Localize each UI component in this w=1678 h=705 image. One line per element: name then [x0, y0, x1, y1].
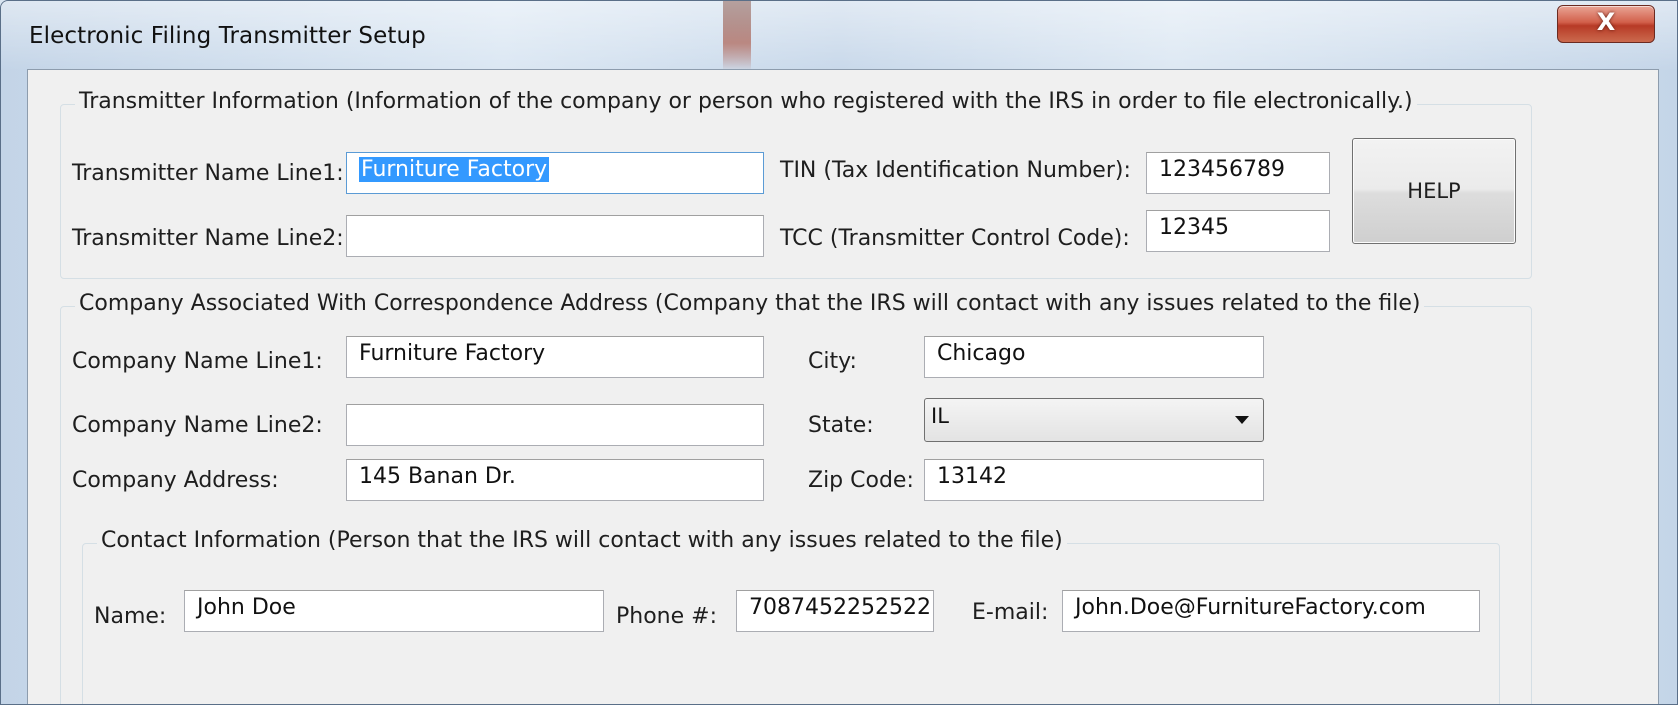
- tin-field[interactable]: 123456789: [1146, 152, 1330, 194]
- tcc-field[interactable]: 12345: [1146, 210, 1330, 252]
- email-field[interactable]: John.Doe@FurnitureFactory.com: [1062, 590, 1480, 632]
- help-button-label: HELP: [1407, 179, 1461, 203]
- chevron-down-icon: [1235, 416, 1249, 424]
- dialog-client-area: Transmitter Information (Information of …: [27, 69, 1659, 704]
- transmitter-name-line1-field[interactable]: Furniture Factory: [346, 152, 764, 194]
- city-field[interactable]: Chicago: [924, 336, 1264, 378]
- state-selected-value: IL: [931, 404, 949, 428]
- zip-field[interactable]: 13142: [924, 459, 1264, 501]
- transmitter-name-line2-field[interactable]: [346, 215, 764, 257]
- company-name-line2-label: Company Name Line2:: [72, 413, 323, 438]
- state-select[interactable]: IL: [924, 398, 1264, 442]
- transmitter-name-line1-label: Transmitter Name Line1:: [72, 161, 344, 186]
- transmitter-info-legend: Transmitter Information (Information of …: [75, 89, 1417, 114]
- contact-name-label: Name:: [94, 604, 167, 629]
- close-icon: X: [1596, 8, 1616, 36]
- company-address-label: Company Address:: [72, 468, 279, 493]
- transmitter-name-line2-label: Transmitter Name Line2:: [72, 226, 344, 251]
- dialog-window: Electronic Filing Transmitter Setup X Tr…: [0, 0, 1678, 705]
- contact-info-legend: Contact Information (Person that the IRS…: [97, 528, 1067, 553]
- phone-field[interactable]: 7087452252522: [736, 590, 934, 632]
- company-name-line1-field[interactable]: Furniture Factory: [346, 336, 764, 378]
- window-title: Electronic Filing Transmitter Setup: [29, 23, 426, 49]
- city-label: City:: [808, 349, 857, 374]
- phone-label: Phone #:: [616, 604, 717, 629]
- tin-label: TIN (Tax Identification Number):: [780, 158, 1131, 183]
- zip-label: Zip Code:: [808, 468, 914, 493]
- company-address-field[interactable]: 145 Banan Dr.: [346, 459, 764, 501]
- close-button[interactable]: X: [1557, 5, 1655, 43]
- company-name-line2-field[interactable]: [346, 404, 764, 446]
- company-name-line1-label: Company Name Line1:: [72, 349, 323, 374]
- contact-name-field[interactable]: John Doe: [184, 590, 604, 632]
- tcc-label: TCC (Transmitter Control Code):: [780, 226, 1130, 251]
- state-label: State:: [808, 413, 874, 438]
- company-address-legend: Company Associated With Correspondence A…: [75, 291, 1425, 316]
- help-button[interactable]: HELP: [1352, 138, 1516, 244]
- transmitter-name-line1-value: Furniture Factory: [359, 157, 550, 182]
- email-label: E-mail:: [972, 600, 1049, 625]
